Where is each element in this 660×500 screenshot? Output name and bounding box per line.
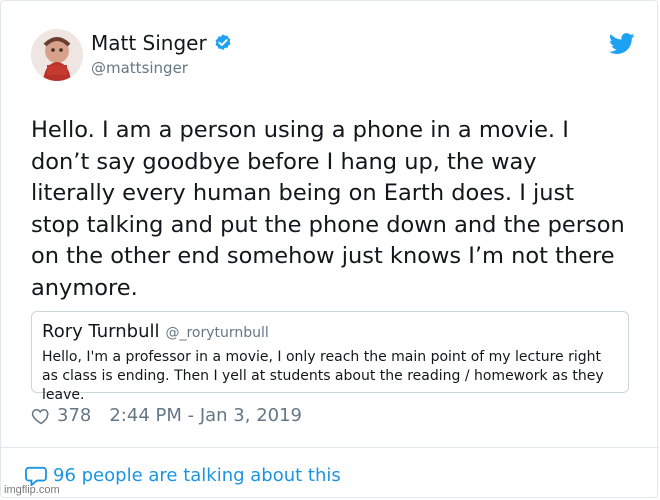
conversation-link-text[interactable]: 96 people are talking about this	[53, 465, 341, 486]
verified-badge-icon	[213, 33, 233, 53]
avatar[interactable]	[31, 29, 83, 81]
watermark: imgflip.com	[4, 484, 60, 496]
heart-icon[interactable]	[31, 406, 51, 426]
tweet-timestamp[interactable]: 2:44 PM - Jan 3, 2019	[109, 405, 302, 426]
tweet-header: Matt Singer @mattsinger	[31, 29, 641, 85]
author-handle[interactable]: @mattsinger	[91, 59, 233, 77]
tweet-meta: 378 2:44 PM - Jan 3, 2019	[31, 405, 302, 426]
conversation-link[interactable]: 96 people are talking about this	[25, 465, 341, 487]
author-name[interactable]: Matt Singer	[91, 31, 207, 55]
tweet-text: Hello. I am a person using a phone in a …	[31, 117, 625, 301]
quoted-tweet[interactable]: Rory Turnbull @_roryturnbull Hello, I'm …	[31, 311, 629, 403]
quoted-tweet-text: Hello, I'm a professor in a movie, I onl…	[42, 349, 604, 403]
tweet-card: Matt Singer @mattsinger Hello. I am a pe…	[0, 0, 659, 498]
quoted-tweet-header: Rory Turnbull @_roryturnbull	[42, 321, 618, 342]
quoted-author-handle: @_roryturnbull	[165, 325, 269, 341]
speech-bubble-icon	[25, 466, 47, 487]
quoted-author-name: Rory Turnbull	[42, 321, 160, 342]
divider	[1, 447, 659, 448]
like-count[interactable]: 378	[57, 405, 91, 426]
author-block: Matt Singer @mattsinger	[91, 31, 233, 77]
twitter-bird-icon[interactable]	[608, 33, 635, 55]
author-name-row[interactable]: Matt Singer	[91, 31, 233, 55]
